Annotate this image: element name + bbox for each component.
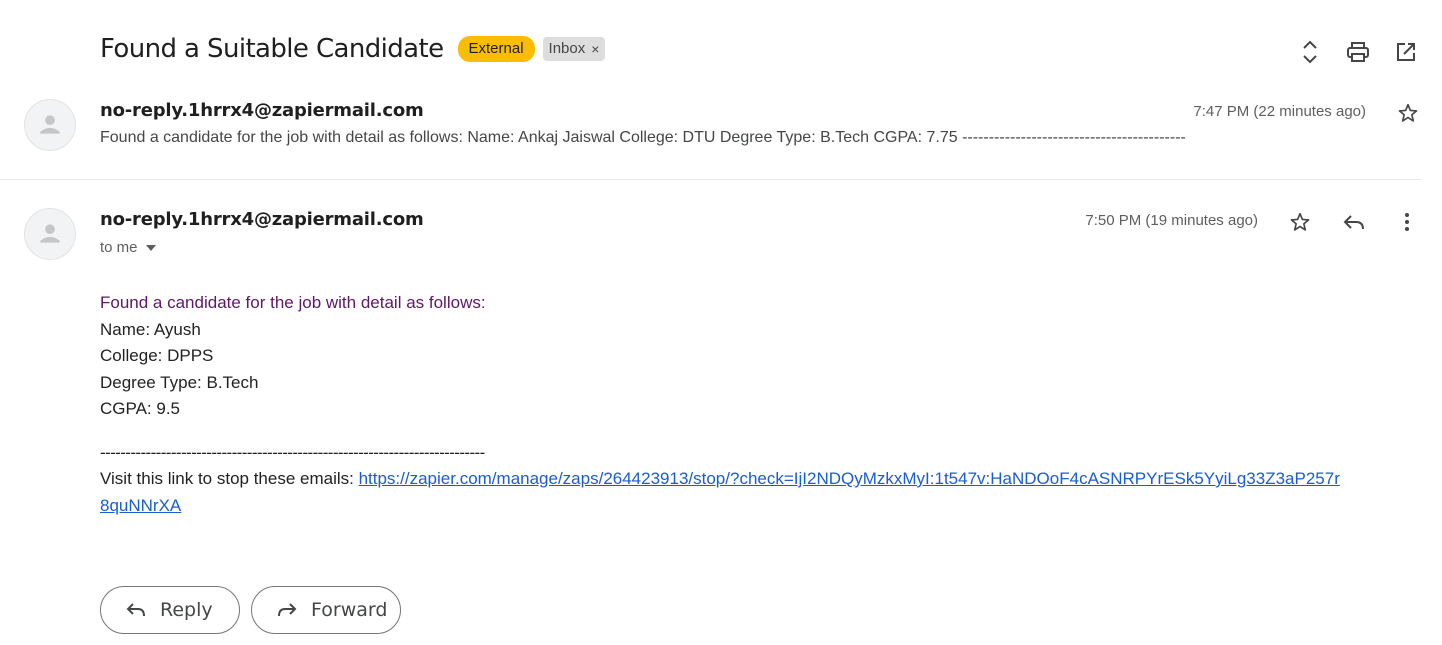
body-separator: ----------------------------------------…: [100, 442, 485, 462]
print-icon[interactable]: [1344, 38, 1372, 66]
body-cgpa: CGPA: 9.5: [100, 399, 180, 418]
subject-row: Found a Suitable Candidate External Inbo…: [100, 34, 606, 64]
sender-email[interactable]: no-reply.1hrrx4@zapiermail.com: [100, 100, 424, 121]
email-subject: Found a Suitable Candidate: [100, 34, 444, 64]
open-in-new-window-icon[interactable]: [1392, 38, 1420, 66]
recipient-details-toggle[interactable]: to me: [100, 239, 156, 256]
expand-collapse-icon[interactable]: [1296, 38, 1324, 66]
reply-button[interactable]: Reply: [100, 586, 240, 634]
sender-avatar: [24, 208, 76, 260]
message-body: Found a candidate for the job with detai…: [100, 290, 1340, 519]
reply-icon: [126, 603, 145, 617]
body-college: College: DPPS: [100, 346, 214, 365]
remove-label-icon[interactable]: ×: [591, 41, 599, 57]
star-icon[interactable]: [1394, 99, 1422, 127]
unsubscribe-line: Visit this link to stop these emails: ht…: [100, 466, 1340, 519]
recipient-label: to me: [100, 239, 138, 256]
body-degree: Degree Type: B.Tech: [100, 372, 259, 392]
thread-actions: [1296, 38, 1420, 66]
reply-label: Reply: [160, 599, 213, 621]
forward-label: Forward: [311, 599, 388, 621]
forward-button[interactable]: Forward: [251, 586, 401, 634]
inbox-label-text: Inbox: [548, 40, 586, 57]
more-options-icon[interactable]: [1393, 208, 1421, 236]
message-time: 7:50 PM (19 minutes ago): [1085, 212, 1258, 229]
message-divider: [0, 179, 1422, 180]
reply-icon[interactable]: [1340, 208, 1368, 236]
star-icon[interactable]: [1286, 208, 1314, 236]
sender-avatar: [24, 99, 76, 151]
message-time: 7:47 PM (22 minutes ago): [1193, 103, 1366, 120]
forward-icon: [278, 603, 297, 617]
unsubscribe-text: Visit this link to stop these emails:: [100, 469, 359, 488]
external-label-badge: External: [457, 36, 535, 62]
chevron-down-icon: [145, 244, 156, 251]
sender-email[interactable]: no-reply.1hrrx4@zapiermail.com: [100, 209, 424, 230]
inbox-label-badge[interactable]: Inbox ×: [542, 37, 606, 61]
body-name: Name: Ayush: [100, 319, 201, 339]
body-intro: Found a candidate for the job with detai…: [100, 293, 486, 312]
email-thread-view: Found a Suitable Candidate External Inbo…: [0, 0, 1442, 645]
message-snippet[interactable]: Found a candidate for the job with detai…: [100, 129, 1186, 147]
